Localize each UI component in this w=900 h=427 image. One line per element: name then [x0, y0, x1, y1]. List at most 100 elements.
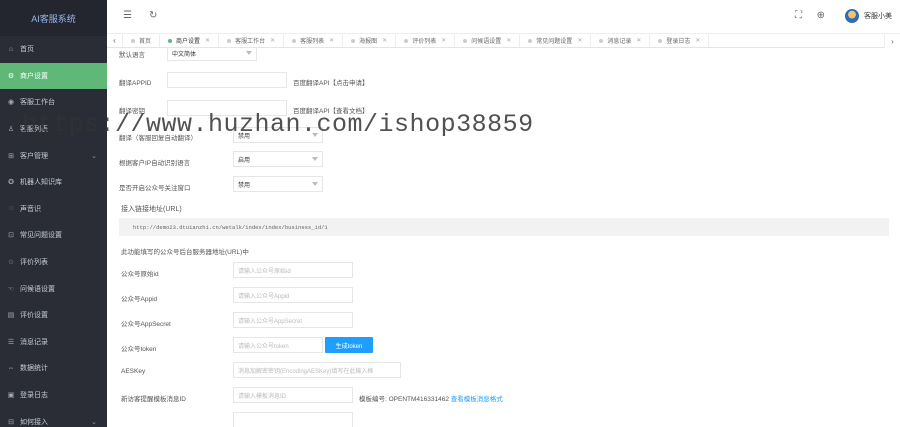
tab[interactable]: 登录日志 ✕	[650, 34, 710, 47]
tab-dot-icon	[292, 38, 297, 43]
fullscreen-icon[interactable]: ⛶	[795, 10, 802, 21]
tab[interactable]: 客服工作台 ✕	[219, 34, 285, 47]
close-icon[interactable]: ✕	[205, 37, 210, 44]
follow-window-value: 禁用	[238, 182, 251, 189]
translate-key-input[interactable]	[167, 100, 287, 116]
tab-dot-icon	[227, 38, 232, 43]
default-lang-label: 默认语言	[119, 52, 145, 59]
tab[interactable]: 首页	[123, 34, 161, 47]
sidebar-item[interactable]: ⌂ 首页	[0, 36, 107, 63]
menu-icon: ☆	[7, 259, 15, 267]
next-field-input[interactable]	[233, 412, 353, 427]
sidebar-item[interactable]: ◌ 声音识	[0, 196, 107, 223]
sidebar-item-label: 声音识	[20, 205, 41, 213]
chevron-down-icon	[312, 133, 318, 137]
translate-appid-hint[interactable]: 百度翻译API【点击申请】	[293, 77, 368, 87]
chevron-down-icon	[312, 182, 318, 186]
sidebar-item-label: 常见问题设置	[20, 232, 62, 240]
auto-translate-label: 翻译（客服回复自动翻译）	[119, 135, 197, 142]
tab-dot-icon	[599, 38, 604, 43]
tab-scroll-left-icon[interactable]: ‹	[107, 34, 123, 47]
tab-dot-icon	[463, 38, 468, 43]
user-menu[interactable]: 客服小美	[845, 9, 892, 23]
sidebar-item-label: 如何接入	[20, 418, 48, 426]
tab-label: 问候语设置	[471, 39, 502, 45]
sidebar-item[interactable]: ⊡ 常见问题设置	[0, 222, 107, 249]
close-icon[interactable]: ✕	[329, 37, 334, 44]
default-lang-select[interactable]: 中文简体	[167, 48, 257, 61]
globe-icon[interactable]: ⊕	[817, 10, 825, 21]
tab-dot-icon	[351, 38, 356, 43]
template-code-text: 模板编号: OPENTM416331462 查看模板消息格式	[359, 393, 503, 403]
sidebar-item[interactable]: ▣ 登录日志	[0, 382, 107, 409]
close-icon[interactable]: ✕	[270, 37, 275, 44]
aeskey-label: AESKey	[121, 368, 146, 375]
close-icon[interactable]: ✕	[441, 37, 446, 44]
tab-dot-icon	[658, 38, 663, 43]
translate-key-hint[interactable]: 百度翻译API【查看文档】	[293, 105, 368, 115]
tab[interactable]: 商户设置 ✕	[160, 34, 220, 47]
mp-id-input[interactable]: 请输入公众号原始id	[233, 262, 353, 278]
tab-label: 常见问题设置	[536, 39, 573, 45]
auto-lang-select[interactable]: 启用	[233, 151, 323, 167]
menu-icon: ✪	[8, 179, 14, 187]
menu-icon: ♙	[7, 126, 15, 134]
sidebar-item[interactable]: ☆ 评价列表	[0, 249, 107, 276]
sidebar-item[interactable]: ▤ 评价设置	[0, 302, 107, 329]
tab-scroll-right-icon[interactable]: ›	[884, 34, 900, 48]
sidebar: AI客服系统 ⌂ 首页 ⚙ 商户设置 ◉ 客服工作台 ♙ 客服列表 ⊞ 客户管理 ⌄ ✪ 机器人知识库 ◌…	[0, 0, 107, 427]
template-format-link[interactable]: 查看模板消息格式	[451, 396, 503, 403]
tab-label: 评价列表	[412, 39, 437, 45]
tab[interactable]: 问候语设置 ✕	[455, 34, 521, 47]
settings-form: 默认语言 中文简体 翻译APPID 百度翻译API【点击申请】 翻译密钥 百度翻…	[107, 48, 900, 427]
auto-translate-select[interactable]: 禁用	[233, 127, 323, 143]
generate-token-button[interactable]: 生成token	[325, 337, 373, 353]
app-title: AI客服系统	[0, 0, 107, 36]
chevron-down-icon	[312, 157, 318, 161]
sidebar-item[interactable]: ☰ 消息记录	[0, 329, 107, 356]
sidebar-item[interactable]: ⚙ 商户设置	[0, 62, 107, 90]
menu-toggle-icon[interactable]: ☰	[123, 10, 132, 21]
follow-window-select[interactable]: 禁用	[233, 176, 323, 192]
menu-icon: ☜	[7, 285, 15, 293]
notice-text: 此功能填写的公众号后台服务器地址(URL)中	[121, 249, 249, 256]
menu-icon: ⊞	[8, 152, 14, 160]
translate-appid-label: 翻译APPID	[119, 80, 152, 87]
sidebar-item[interactable]: ⊞ 客户管理 ⌄	[0, 142, 107, 169]
close-icon[interactable]: ✕	[695, 37, 700, 44]
menu-icon: ⚙	[7, 72, 15, 80]
tab-label: 商户设置	[176, 39, 201, 45]
tab-label: 首页	[139, 39, 152, 45]
sidebar-item[interactable]: ⇔ 数据统计	[0, 355, 107, 382]
close-icon[interactable]: ✕	[636, 37, 641, 44]
sidebar-item[interactable]: ♙ 客服列表	[0, 116, 107, 143]
sidebar-menu: ⌂ 首页 ⚙ 商户设置 ◉ 客服工作台 ♙ 客服列表 ⊞ 客户管理 ⌄ ✪ 机器人知识库 ◌ 声音识 ⊡ 常见问…	[0, 36, 107, 427]
close-icon[interactable]: ✕	[506, 37, 511, 44]
mp-appsecret-input[interactable]: 请输入公众号AppSecret	[233, 312, 353, 328]
mp-token-label: 公众号token	[121, 346, 157, 353]
tab[interactable]: 海报图 ✕	[343, 34, 397, 47]
sidebar-item[interactable]: ◉ 客服工作台	[0, 89, 107, 116]
tab[interactable]: 客服列表 ✕	[284, 34, 344, 47]
tab-label: 登录日志	[666, 39, 691, 45]
tab[interactable]: 评价列表 ✕	[396, 34, 456, 47]
auto-translate-value: 禁用	[238, 133, 251, 140]
close-icon[interactable]: ✕	[382, 37, 387, 44]
tab[interactable]: 消息记录 ✕	[591, 34, 651, 47]
menu-icon: ⊟	[8, 418, 14, 426]
template-id-input[interactable]: 请输入模板消息ID	[233, 387, 353, 403]
aeskey-input[interactable]: 消息加解密密钥(EncodingAESKey)填写在此输入框	[233, 362, 401, 378]
sidebar-item[interactable]: ✪ 机器人知识库	[0, 169, 107, 196]
close-icon[interactable]: ✕	[577, 37, 582, 44]
mp-token-input[interactable]: 请输入公众号token	[233, 337, 323, 353]
translate-appid-input[interactable]	[167, 72, 287, 88]
tab[interactable]: 常见问题设置 ✕	[520, 34, 592, 47]
mp-appid-input[interactable]: 请输入公众号Appid	[233, 287, 353, 303]
sidebar-item[interactable]: ⊟ 如何接入 ⌄	[0, 408, 107, 427]
sidebar-item-label: 问候语设置	[20, 285, 55, 293]
tab-list: 首页 商户设置 ✕ 客服工作台 ✕ 客服列表 ✕ 海报图 ✕ 评价列表 ✕ 问候语设置 ✕ 常见问题设置 ✕…	[123, 34, 710, 47]
refresh-icon[interactable]: ↻	[149, 10, 157, 21]
sidebar-item[interactable]: ☜ 问候语设置	[0, 275, 107, 302]
sidebar-item-label: 数据统计	[20, 365, 48, 373]
menu-icon: ▣	[7, 392, 15, 400]
